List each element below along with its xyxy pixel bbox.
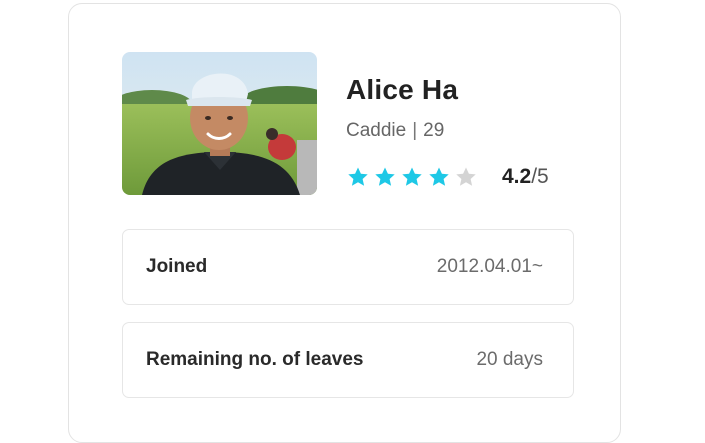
remaining-leaves-value: 20 days [476,349,543,370]
profile-subtitle: Caddie | 29 [346,120,444,142]
profile-age: 29 [423,120,445,141]
rating-value: 4.2/5 [502,165,549,189]
joined-label: Joined [146,256,208,277]
joined-row: Joined 2012.04.01~ [122,229,574,305]
star-icon [375,167,395,186]
remaining-leaves-row: Remaining no. of leaves 20 days [122,322,574,398]
profile-role: Caddie [346,120,407,141]
rating-max: /5 [531,165,549,188]
rating-score: 4.2 [502,165,532,188]
profile-photo [122,52,317,195]
subtitle-separator: | [412,120,418,141]
star-icon [402,167,422,186]
star-icon [456,167,476,186]
remaining-leaves-label: Remaining no. of leaves [146,349,364,370]
joined-value: 2012.04.01~ [436,256,543,277]
star-icon [348,167,368,186]
profile-name: Alice Ha [346,74,459,105]
rating: 4.2/5 [346,162,549,192]
star-icon [429,167,449,186]
rating-stars [346,165,481,189]
